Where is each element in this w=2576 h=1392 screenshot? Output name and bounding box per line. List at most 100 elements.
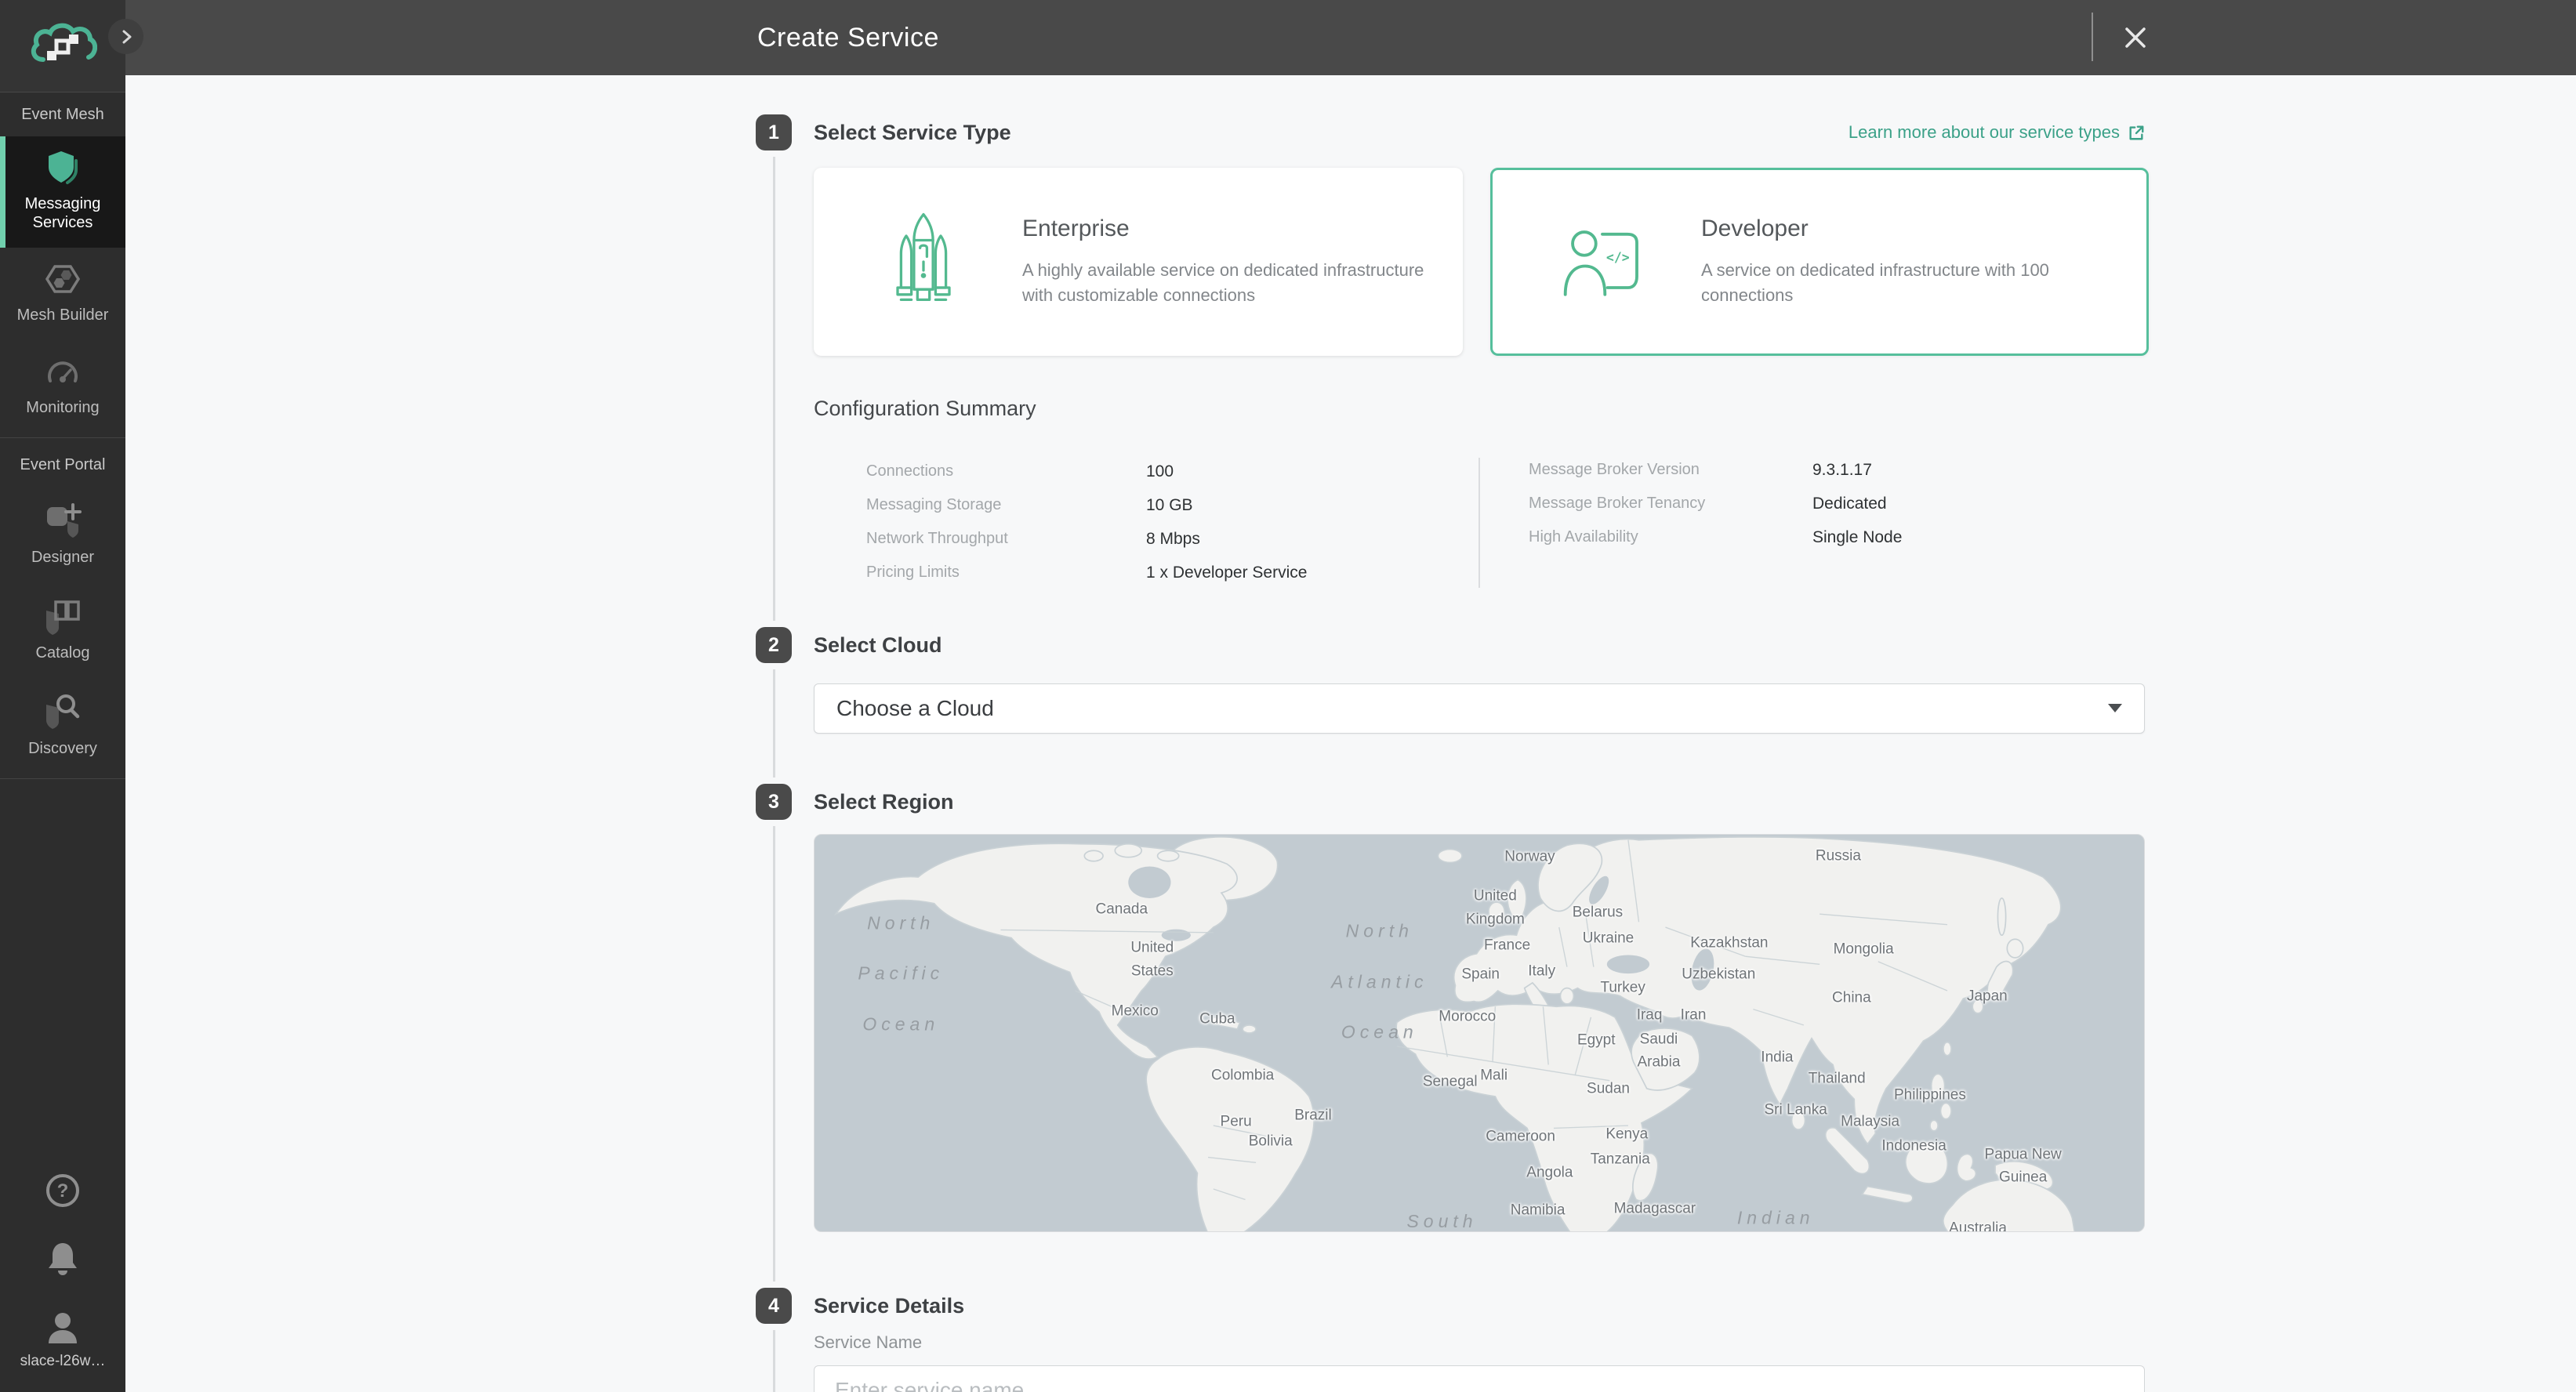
- sidebar-item-monitoring[interactable]: Monitoring: [0, 340, 125, 433]
- help-icon[interactable]: ?: [45, 1173, 81, 1209]
- map-country-label: Mongolia: [1834, 937, 1894, 960]
- cloud-select-dropdown[interactable]: Choose a Cloud: [814, 683, 2145, 734]
- map-country-label: Colombia: [1211, 1064, 1274, 1086]
- config-value: 10 GB: [1146, 496, 1193, 515]
- service-name-label: Service Name: [814, 1332, 922, 1353]
- config-row: Messaging Storage 10 GB: [866, 488, 1307, 522]
- map-country-label: Cameroon: [1486, 1125, 1555, 1147]
- service-name-input[interactable]: [814, 1365, 2145, 1392]
- shield-icon: [44, 149, 82, 187]
- developer-person-icon: </>: [1555, 207, 1649, 317]
- config-row: Message Broker Version 9.3.1.17: [1529, 453, 1902, 487]
- map-ocean-label: South: [1406, 1196, 1477, 1232]
- map-country-label: Sudan: [1587, 1078, 1630, 1100]
- step-1-badge: 1: [756, 114, 792, 150]
- chevron-right-icon: [116, 27, 136, 47]
- map-country-label: Turkey: [1600, 976, 1645, 999]
- sidebar-item-discovery[interactable]: Discovery: [0, 678, 125, 774]
- create-service-screen: Event Mesh Messaging Services Mesh Build…: [0, 0, 2576, 1392]
- sidebar: Event Mesh Messaging Services Mesh Build…: [0, 0, 125, 1392]
- config-label: High Availability: [1529, 528, 1812, 546]
- sidebar-section-event-portal: Event Portal: [0, 443, 125, 487]
- map-country-label: Brazil: [1294, 1104, 1332, 1127]
- svg-text:</>: </>: [1606, 250, 1630, 265]
- config-value: 100: [1146, 462, 1174, 481]
- map-country-label: Mexico: [1112, 999, 1159, 1022]
- map-country-label: Saudi Arabia: [1637, 1028, 1680, 1074]
- map-country-label: Australia: [1949, 1216, 2007, 1232]
- map-country-label: Italy: [1528, 959, 1555, 982]
- region-map[interactable]: CanadaUnited StatesMexicoCubaColombiaPer…: [814, 834, 2145, 1232]
- map-country-label: Uzbekistan: [1682, 962, 1755, 985]
- map-country-label: Madagascar: [1614, 1197, 1696, 1220]
- card-text: Enterprise A highly available service on…: [1022, 216, 1430, 308]
- config-row: Pricing Limits 1 x Developer Service: [866, 556, 1307, 589]
- config-summary-divider: [1478, 458, 1480, 588]
- map-country-label: Cuba: [1199, 1007, 1235, 1030]
- step-4-title: Service Details: [814, 1288, 964, 1324]
- config-row: High Availability Single Node: [1529, 520, 1902, 554]
- sidebar-expand-button[interactable]: [108, 19, 143, 54]
- map-country-label: Philippines: [1894, 1084, 1966, 1107]
- sidebar-item-label: Designer: [31, 548, 94, 567]
- map-country-label: Egypt: [1577, 1028, 1616, 1051]
- service-type-card-developer[interactable]: </> Developer A service on dedicated inf…: [1490, 168, 2149, 356]
- map-country-label: Senegal: [1423, 1071, 1478, 1093]
- config-summary-right: Message Broker Version 9.3.1.17 Message …: [1529, 453, 1902, 554]
- learn-more-text: Learn more about our service types: [1849, 122, 2120, 143]
- config-row: Connections 100: [866, 455, 1307, 488]
- map-country-label: Namibia: [1511, 1198, 1566, 1221]
- map-ocean-label: North Atlantic Ocean: [1331, 906, 1428, 1057]
- sidebar-bottom: ? slace-l26w…: [0, 1173, 125, 1392]
- service-type-card-enterprise[interactable]: Enterprise A highly available service on…: [814, 168, 1463, 356]
- config-row: Message Broker Tenancy Dedicated: [1529, 487, 1902, 520]
- map-country-label: Papua New Guinea: [1985, 1143, 2062, 1189]
- map-country-label: Morocco: [1439, 1005, 1496, 1028]
- step-2-title: Select Cloud: [814, 627, 942, 663]
- map-country-label: Russia: [1816, 844, 1861, 867]
- map-country-label: Norway: [1504, 845, 1555, 868]
- map-ocean-label: North Pacific Ocean: [858, 898, 944, 1049]
- step-rail: [773, 826, 775, 1281]
- mesh-hexagon-icon: [44, 260, 82, 298]
- map-country-label: Kenya: [1605, 1122, 1648, 1145]
- step-1-title: Select Service Type: [814, 114, 1011, 150]
- map-country-label: Spain: [1461, 962, 1500, 985]
- rocket-icon: [876, 207, 971, 317]
- learn-more-link[interactable]: Learn more about our service types: [1849, 114, 2145, 150]
- sidebar-item-designer[interactable]: Designer: [0, 487, 125, 582]
- sidebar-item-messaging-services[interactable]: Messaging Services: [0, 136, 125, 248]
- map-country-label: Peru: [1221, 1111, 1252, 1133]
- map-country-label: Angola: [1526, 1161, 1573, 1184]
- map-country-label: Malaysia: [1841, 1111, 1899, 1133]
- card-title: Enterprise: [1022, 216, 1430, 242]
- map-country-label: United States: [1130, 937, 1174, 983]
- config-value: 1 x Developer Service: [1146, 564, 1307, 582]
- solace-logo: [0, 0, 125, 92]
- step-rail: [773, 157, 775, 621]
- card-title: Developer: [1701, 216, 2109, 242]
- map-country-label: Sri Lanka: [1765, 1098, 1827, 1121]
- map-country-label: Kazakhstan: [1690, 931, 1768, 954]
- sidebar-item-label: Monitoring: [26, 398, 99, 417]
- map-country-label: China: [1832, 987, 1871, 1010]
- map-country-label: Bolivia: [1249, 1129, 1293, 1152]
- user-name: slace-l26w…: [20, 1353, 106, 1370]
- config-label: Connections: [866, 462, 1146, 480]
- sidebar-item-mesh-builder[interactable]: Mesh Builder: [0, 248, 125, 340]
- config-label: Message Broker Tenancy: [1529, 495, 1812, 513]
- close-button[interactable]: [2113, 16, 2157, 60]
- map-country-label: Iraq: [1637, 1003, 1663, 1026]
- map-country-label: Indonesia: [1881, 1134, 1946, 1157]
- user-menu[interactable]: slace-l26w…: [20, 1309, 106, 1370]
- map-country-label: Japan: [1967, 985, 2008, 1008]
- config-value: Dedicated: [1812, 495, 1887, 513]
- notifications-bell-icon[interactable]: [46, 1242, 79, 1276]
- sidebar-item-label: Catalog: [36, 643, 90, 662]
- header-divider: [2092, 13, 2093, 61]
- discovery-search-icon: [42, 691, 83, 731]
- sidebar-divider: [0, 437, 125, 438]
- step-rail: [773, 1330, 775, 1392]
- sidebar-divider: [0, 778, 125, 779]
- sidebar-item-catalog[interactable]: Catalog: [0, 582, 125, 678]
